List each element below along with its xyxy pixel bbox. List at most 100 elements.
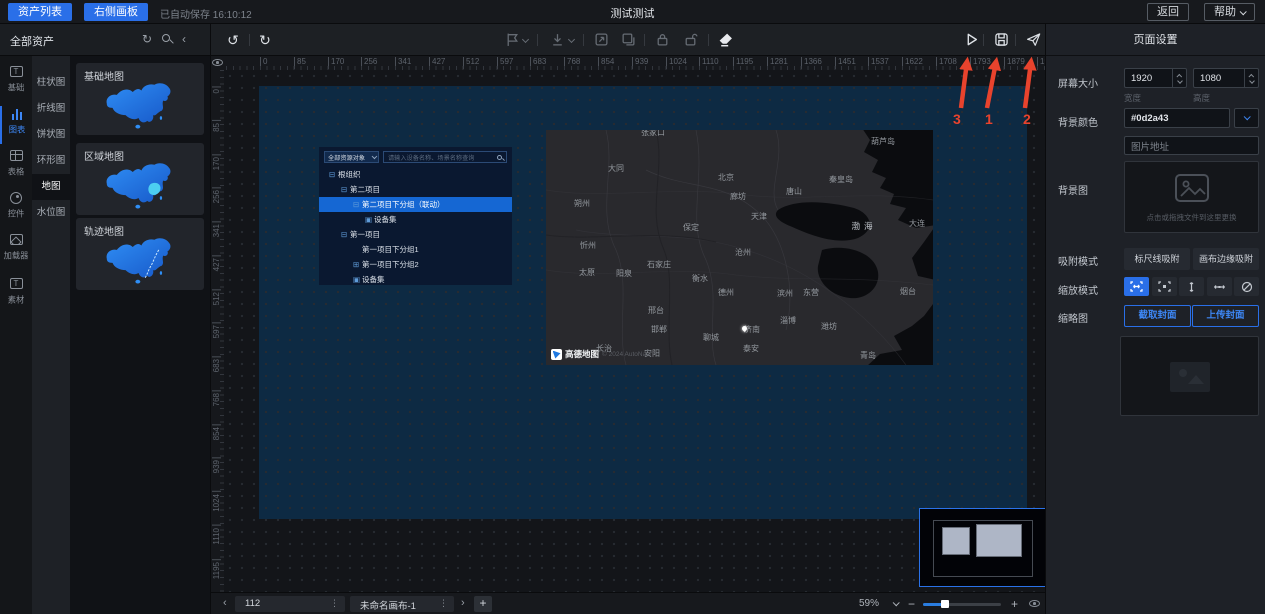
publish-send-icon[interactable] [1025, 32, 1041, 48]
canvas-area[interactable]: 0851702563414275125976837688549391024111… [210, 56, 1045, 592]
ruler-tick-label: 597 [497, 57, 513, 69]
scale-mode-none-button[interactable] [1234, 277, 1259, 296]
preview-play-icon[interactable] [963, 32, 979, 48]
screen-width-input[interactable]: 1920 [1124, 68, 1187, 88]
minimap[interactable] [919, 508, 1045, 587]
group-icon[interactable] [593, 32, 609, 48]
bg-color-dropdown-button[interactable] [1234, 108, 1259, 128]
tab-more-icon[interactable]: ⋮ [439, 598, 448, 609]
ruler-corner[interactable] [211, 56, 224, 70]
subcategory-item[interactable]: 折线图 [32, 96, 70, 122]
toggle-visibility-eye-icon[interactable] [212, 59, 223, 66]
bg-image-upload-dropzone[interactable]: 点击或拖拽文件到这里更换 [1124, 161, 1259, 233]
amap-widget[interactable]: 张家口葫芦岛大同北京秦皇岛唐山廊坊朔州天津保定渤海大连忻州沧州石家庄太原阳泉衡水… [546, 130, 933, 365]
collapse-panel-icon[interactable]: ‹ [182, 33, 186, 46]
china-map-region-thumbnail [90, 159, 190, 211]
upload-cover-button[interactable]: 上传封面 [1192, 305, 1259, 327]
scale-mode-fit-box-button[interactable] [1152, 277, 1177, 296]
tree-node[interactable]: ⊟根组织 [319, 167, 512, 182]
tree-node[interactable]: ⊟第二项目 [319, 182, 512, 197]
ruler-tick-label: 341 [212, 221, 221, 237]
unlock-icon[interactable] [682, 32, 698, 48]
refresh-icon[interactable]: ↻ [142, 33, 152, 46]
subcategory-list: 柱状图折线图饼状图环形图地图水位图 [32, 56, 70, 614]
zoom-slider-handle[interactable] [941, 600, 949, 608]
lock-icon[interactable] [654, 32, 670, 48]
width-stepper[interactable] [1172, 69, 1186, 87]
horizontal-ruler[interactable]: 0851702563414275125976837688549391024111… [224, 56, 1045, 70]
rail-item-charts[interactable]: 图表 [0, 106, 32, 144]
subcategory-item[interactable]: 地图 [32, 174, 70, 200]
subcategory-item[interactable]: 饼状图 [32, 122, 70, 148]
flag-marker-icon[interactable] [504, 32, 520, 48]
tree-node[interactable]: 第一项目下分组1 [319, 242, 512, 257]
resource-type-dropdown[interactable]: 全部资源对象 [324, 151, 379, 163]
map-city-label: 天津 [751, 211, 767, 222]
tree-expander-icon[interactable]: ⊟ [341, 182, 350, 197]
align-dropdown-chevron[interactable] [568, 36, 575, 43]
search-icon[interactable] [162, 34, 170, 42]
device-search-input[interactable]: 请输入设备名称、场景名称查询 [383, 151, 507, 163]
canvas-tab-112[interactable]: 112 ⋮ [235, 596, 345, 612]
ruler-tick-label: 683 [530, 57, 546, 69]
ruler-tick-label: 85 [294, 57, 306, 69]
add-canvas-button[interactable]: + [474, 596, 492, 612]
device-tree-widget[interactable]: 全部资源对象 请输入设备名称、场景名称查询 ⊟根组织 ⊟第二项目 ⊟第二项目下分… [319, 147, 512, 285]
copy-icon[interactable] [620, 32, 636, 48]
tree-expander-icon[interactable]: ⊟ [341, 227, 350, 242]
subcategory-item[interactable]: 柱状图 [32, 70, 70, 96]
image-placeholder-icon [1175, 174, 1209, 202]
undo-icon[interactable]: ↺ [225, 32, 241, 48]
tab-more-icon[interactable]: ⋮ [330, 598, 339, 609]
snap-canvas-edge-button[interactable]: 画布边缘吸附 [1193, 248, 1259, 270]
subcategory-item[interactable]: 水位图 [32, 200, 70, 226]
snap-ruler-button[interactable]: 标尺线吸附 [1124, 248, 1190, 270]
tree-expander-icon[interactable]: ▣ [365, 212, 374, 227]
zoom-dropdown-chevron[interactable] [893, 599, 900, 606]
height-stepper[interactable] [1244, 69, 1258, 87]
scale-mode-fit-width-button[interactable] [1207, 277, 1232, 296]
rail-item-loader[interactable]: 加载器 [0, 232, 32, 270]
scale-mode-fit-both-button[interactable] [1124, 277, 1149, 296]
tree-node[interactable]: ▣设备集 [319, 272, 512, 287]
asset-card-track-map[interactable]: 轨迹地图 [76, 218, 204, 290]
flag-dropdown-chevron[interactable] [522, 36, 529, 43]
asset-card-basic-map[interactable]: 基础地图 [76, 63, 204, 135]
tree-expander-icon[interactable]: ⊟ [353, 197, 362, 212]
zoom-percent[interactable]: 59% [859, 598, 879, 609]
scale-mode-fit-height-button[interactable] [1179, 277, 1204, 296]
vertical-ruler[interactable]: 0851702563414275125976837688549391024111… [211, 70, 224, 592]
rail-item-material[interactable]: T 素材 [0, 276, 32, 314]
next-canvas-chevron[interactable]: › [461, 597, 465, 609]
bg-image-url-input[interactable]: 图片地址 [1124, 136, 1259, 155]
tree-expander-icon[interactable]: ▣ [353, 272, 362, 287]
map-city-label: 潍坊 [821, 321, 837, 332]
tree-node[interactable]: ⊞第一项目下分组2 [319, 257, 512, 272]
rail-item-controls[interactable]: 控件 [0, 190, 32, 228]
rail-item-table[interactable]: 表格 [0, 148, 32, 186]
tree-expander-icon[interactable]: ⊞ [353, 257, 362, 272]
tree-node[interactable]: ⊟第一项目 [319, 227, 512, 242]
tree-node[interactable]: ▣设备集 [319, 212, 512, 227]
prev-canvas-chevron[interactable]: ‹ [223, 597, 227, 609]
capture-cover-button[interactable]: 截取封面 [1124, 305, 1191, 327]
align-bottom-icon[interactable] [549, 32, 565, 48]
visibility-eye-icon[interactable] [1029, 600, 1040, 607]
screen-height-input[interactable]: 1080 [1193, 68, 1259, 88]
bg-color-input[interactable]: #0d2a43 [1124, 108, 1230, 128]
eraser-icon[interactable] [717, 32, 733, 48]
back-button[interactable]: 返回 [1147, 3, 1189, 21]
save-icon[interactable] [993, 32, 1009, 48]
help-button[interactable]: 帮助 [1204, 3, 1255, 21]
zoom-slider[interactable] [923, 603, 1001, 606]
subcategory-item[interactable]: 环形图 [32, 148, 70, 174]
zoom-out-icon[interactable]: − [908, 597, 915, 611]
zoom-in-icon[interactable]: + [1011, 597, 1018, 611]
tree-node[interactable]: ⊟第二项目下分组（联动） [319, 197, 512, 212]
asset-card-region-map[interactable]: 区域地图 [76, 143, 204, 215]
canvas-tab-unnamed[interactable]: 未命名画布-1 ⋮ [350, 596, 454, 612]
rail-item-basic[interactable]: T 基础 [0, 64, 32, 102]
redo-icon[interactable]: ↻ [257, 32, 273, 48]
asset-card-list: 基础地图 区域地图 轨迹地图 [70, 56, 210, 614]
tree-expander-icon[interactable]: ⊟ [329, 167, 338, 182]
